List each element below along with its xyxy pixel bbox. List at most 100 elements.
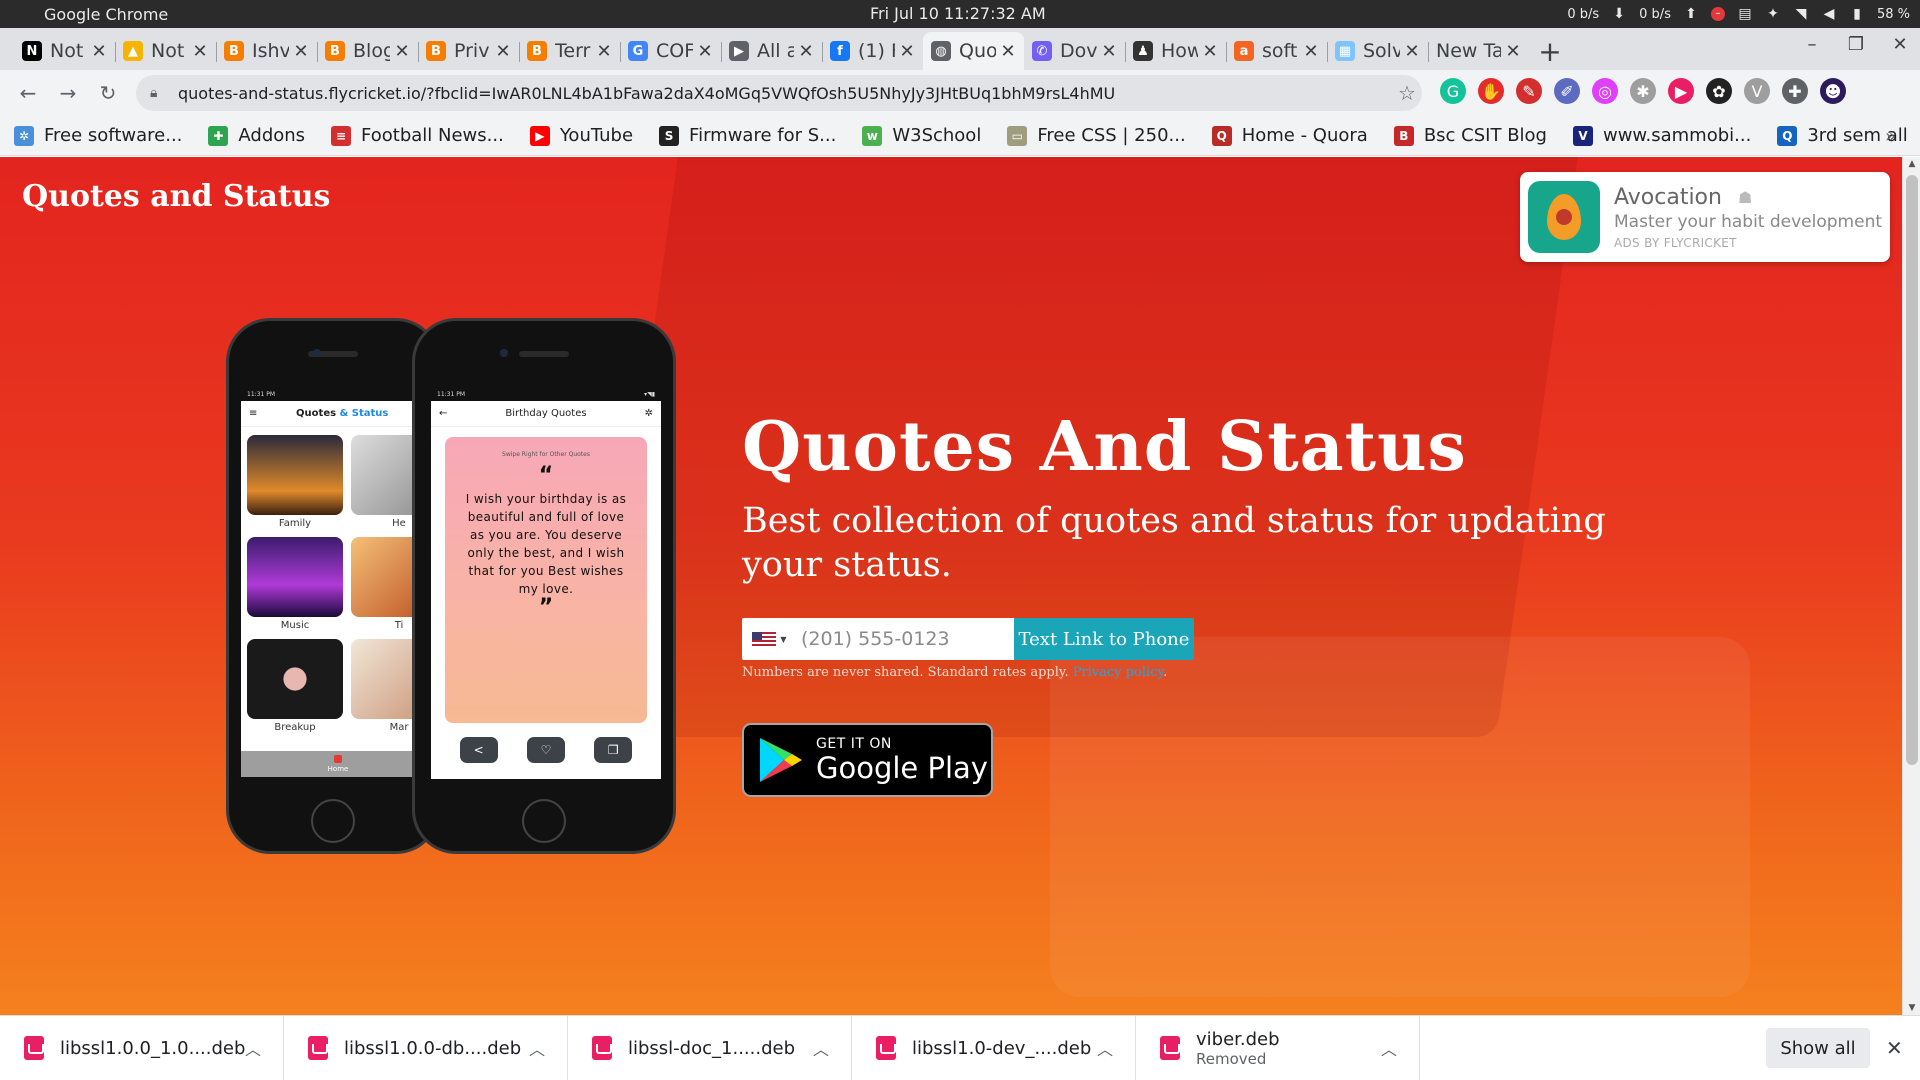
bug-icon[interactable]: ✱	[1630, 78, 1656, 104]
wifi-icon[interactable]: ◥	[1793, 6, 1809, 22]
phone-mockup-right: 11:31 PM ▾◥▮ ← Birthday Quotes ✲ Swipe Ri…	[412, 318, 676, 854]
active-app-name[interactable]: Google Chrome	[44, 5, 168, 24]
eyedropper-icon[interactable]: ✐	[1554, 78, 1580, 104]
bookmark-star-icon[interactable]: ☆	[1392, 81, 1422, 105]
tab-7[interactable]: ▶ All a ✕	[721, 32, 822, 70]
color-icon[interactable]: ◎	[1592, 78, 1618, 104]
privacy-policy-link[interactable]: Privacy policy	[1073, 665, 1163, 680]
minimize-icon[interactable]: –	[1800, 34, 1824, 55]
restore-icon[interactable]: ❐	[1844, 34, 1868, 55]
vue-icon[interactable]: V	[1744, 78, 1770, 104]
download-shelf: libssl1.0.0_1.0....deb ︿ libssl1.0.0-db...…	[0, 1015, 1920, 1080]
page-scrollbar[interactable]: ▲ ▼	[1902, 157, 1920, 1015]
close-tab-icon[interactable]: ✕	[394, 41, 410, 62]
bookmark-label: Addons	[238, 125, 306, 146]
close-tab-icon[interactable]: ✕	[1404, 41, 1420, 62]
video-icon[interactable]: ▶	[1668, 78, 1694, 104]
scrollbar-thumb[interactable]	[1906, 175, 1918, 765]
site-brand[interactable]: Quotes and Status	[22, 179, 330, 214]
battery-icon[interactable]: ▮	[1849, 6, 1865, 22]
tab-2[interactable]: B Ishv ✕	[216, 32, 317, 70]
close-window-icon[interactable]: ✕	[1888, 34, 1912, 55]
close-tab-icon[interactable]: ✕	[596, 41, 612, 62]
bookmark-item[interactable]: ▶ YouTube	[529, 125, 633, 146]
close-tab-icon[interactable]: ✕	[798, 41, 814, 62]
system-clock[interactable]: Fri Jul 10 11:27:32 AM	[870, 4, 1046, 23]
tab-1[interactable]: ▲ Not ✕	[115, 32, 216, 70]
close-tab-icon[interactable]: ✕	[697, 41, 713, 62]
close-shelf-icon[interactable]: ✕	[1886, 1036, 1903, 1060]
tab-14[interactable]: New Ta ✕	[1428, 32, 1529, 70]
close-tab-icon[interactable]: ✕	[91, 41, 107, 62]
tab-5[interactable]: B Terr ✕	[519, 32, 620, 70]
scroll-down-icon[interactable]: ▼	[1903, 1003, 1920, 1013]
country-selector[interactable]: ▼	[742, 618, 797, 660]
chevron-up-icon[interactable]: ︿	[529, 1036, 545, 1060]
tab-13[interactable]: ▦ Solv ✕	[1327, 32, 1428, 70]
close-tab-icon[interactable]: ✕	[1101, 41, 1117, 62]
tampermonkey-icon[interactable]: ✿	[1706, 78, 1732, 104]
bookmark-item[interactable]: ▭ Free CSS | 250...	[1007, 125, 1186, 146]
bookmark-item[interactable]: Vwww.sammobi...	[1572, 125, 1751, 146]
pdf-icon[interactable]: ✎	[1516, 78, 1542, 104]
close-tab-icon[interactable]: ✕	[1202, 41, 1218, 62]
tab-10[interactable]: ✆ Dov ✕	[1024, 32, 1125, 70]
tab-9[interactable]: ◍ Quo ✕	[923, 32, 1024, 70]
tab-12[interactable]: a soft ✕	[1226, 32, 1327, 70]
download-item[interactable]: libssl1.0.0-db....deb ︿	[284, 1015, 568, 1080]
bookmark-item[interactable]: ✚ Addons	[208, 125, 305, 146]
forward-icon[interactable]: →	[48, 75, 88, 111]
close-tab-icon[interactable]: ✕	[1303, 41, 1319, 62]
close-tab-icon[interactable]: ✕	[192, 41, 208, 62]
grammarly-icon[interactable]: G	[1440, 78, 1466, 104]
profile-avatar[interactable]: ☻	[1820, 78, 1846, 104]
address-bar[interactable]: 🔒︎ quotes-and-status.flycricket.io/?fbcl…	[136, 75, 1422, 111]
puzzle-icon[interactable]: ✚	[1782, 78, 1808, 104]
google-play-badge[interactable]: GET IT ON Google Play	[742, 723, 993, 797]
volume-icon[interactable]: ◀	[1821, 6, 1837, 22]
download-item[interactable]: viber.deb Removed ︿	[1136, 1015, 1420, 1080]
chevron-up-icon[interactable]: ︿	[813, 1036, 829, 1060]
adblock-icon[interactable]: ✋	[1478, 78, 1504, 104]
close-quote-icon: ”	[538, 595, 554, 620]
close-tab-icon[interactable]: ✕	[1000, 41, 1016, 62]
back-icon[interactable]: ←	[8, 75, 48, 111]
chevron-up-icon[interactable]: ︿	[1381, 1036, 1397, 1060]
close-tab-icon[interactable]: ✕	[899, 41, 915, 62]
tab-3[interactable]: B Blog ✕	[317, 32, 418, 70]
accessibility-icon[interactable]: ✦	[1765, 6, 1781, 22]
tab-11[interactable]: ♟ How ✕	[1125, 32, 1226, 70]
chevron-up-icon[interactable]: ︿	[1097, 1036, 1113, 1060]
close-tab-icon[interactable]: ✕	[293, 41, 309, 62]
text-link-button[interactable]: Text Link to Phone	[1014, 618, 1194, 660]
reload-icon[interactable]: ↻	[88, 75, 128, 111]
download-item[interactable]: libssl1.0.0_1.0....deb ︿	[0, 1015, 284, 1080]
bookmarks-overflow-icon[interactable]: »	[1885, 126, 1896, 147]
new-tab-button[interactable]: +	[1535, 32, 1565, 70]
download-item[interactable]: libssl-doc_1.....deb ︿	[568, 1015, 852, 1080]
lock-icon[interactable]: 🔒︎	[150, 85, 168, 101]
bookmark-item[interactable]: Q Home - Quora	[1211, 125, 1368, 146]
tab-8[interactable]: f (1) F✕	[822, 32, 923, 70]
ad-card[interactable]: Avocation ☗ Master your habit developmen…	[1520, 172, 1890, 262]
bookmark-item[interactable]: B Bsc CSIT Blog	[1393, 125, 1547, 146]
bookmark-item[interactable]: ✲ Free software...	[14, 125, 182, 146]
chevron-up-icon[interactable]: ︿	[245, 1036, 261, 1060]
close-tab-icon[interactable]: ✕	[1505, 41, 1521, 62]
url-text[interactable]: quotes-and-status.flycricket.io/?fbclid=…	[178, 84, 1392, 103]
show-all-button[interactable]: Show all	[1766, 1028, 1870, 1068]
do-not-disturb-icon[interactable]: –	[1710, 7, 1725, 21]
net-up-speed: 0 b/s	[1639, 6, 1671, 22]
s-icon: S	[659, 125, 680, 146]
bookmark-item[interactable]: S Firmware for S...	[659, 125, 836, 146]
phone-number-input[interactable]	[797, 618, 1014, 660]
bookmark-item[interactable]: ≡ Football News...	[331, 125, 504, 146]
tab-6[interactable]: G COF ✕	[620, 32, 721, 70]
close-tab-icon[interactable]: ✕	[495, 41, 511, 62]
tab-0[interactable]: N Not ✕	[14, 32, 115, 70]
tab-4[interactable]: B Priv ✕	[418, 32, 519, 70]
clipboard-icon[interactable]: ▤	[1737, 6, 1753, 22]
download-item[interactable]: libssl1.0-dev_....deb ︿	[852, 1015, 1136, 1080]
bookmark-item[interactable]: w W3School	[862, 125, 981, 146]
scroll-up-icon[interactable]: ▲	[1903, 159, 1920, 169]
